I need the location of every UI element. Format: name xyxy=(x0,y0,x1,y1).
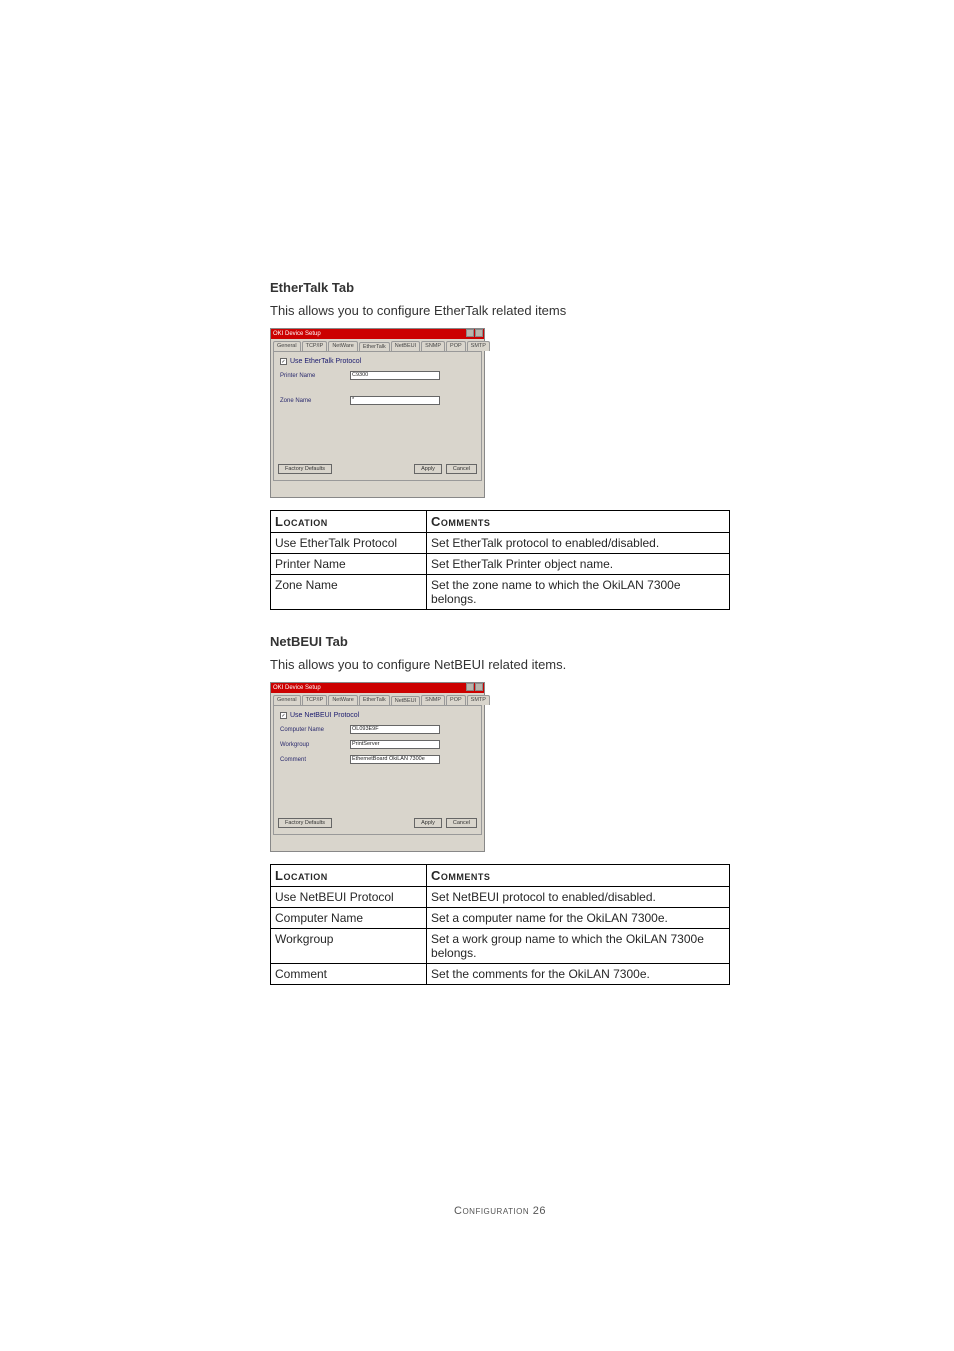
computer-name-field: OL093E9F xyxy=(350,725,440,734)
checkbox-icon: ✓ xyxy=(280,358,287,365)
tab-smtp: SMTP xyxy=(467,695,490,705)
tab-netbeui: NetBEUI xyxy=(391,341,420,351)
netbeui-dialog: OKI Device Setup General TCP/IP NetWare … xyxy=(270,682,485,852)
cell-comments: Set EtherTalk protocol to enabled/disabl… xyxy=(427,533,730,554)
tab-ethertalk: EtherTalk xyxy=(359,695,390,705)
table-row: Comment Set the comments for the OkiLAN … xyxy=(271,964,730,985)
cancel-button: Cancel xyxy=(446,464,477,474)
tab-netware: NetWare xyxy=(328,341,358,351)
printer-name-field: C9300 xyxy=(350,371,440,380)
tab-tcpip: TCP/IP xyxy=(302,695,328,705)
apply-button: Apply xyxy=(414,818,442,828)
tab-smtp: SMTP xyxy=(467,341,490,351)
dialog-titlebar: OKI Device Setup xyxy=(271,683,484,693)
cell-location: Zone Name xyxy=(271,575,427,610)
col-location: Location xyxy=(271,511,427,533)
section-ethertalk: EtherTalk Tab This allows you to configu… xyxy=(270,280,730,610)
cell-comments: Set the comments for the OkiLAN 7300e. xyxy=(427,964,730,985)
tab-general: General xyxy=(273,341,301,351)
cell-location: Use NetBEUI Protocol xyxy=(271,887,427,908)
netbeui-table: Location Comments Use NetBEUI Protocol S… xyxy=(270,864,730,985)
netbeui-heading: NetBEUI Tab xyxy=(270,634,730,649)
close-icon xyxy=(475,683,483,691)
workgroup-label: Workgroup xyxy=(280,742,350,748)
cell-comments: Set the zone name to which the OkiLAN 73… xyxy=(427,575,730,610)
zone-name-label: Zone Name xyxy=(280,398,350,404)
dialog-tabs: General TCP/IP NetWare EtherTalk NetBEUI… xyxy=(271,339,484,351)
cell-location: Printer Name xyxy=(271,554,427,575)
table-row: Use EtherTalk Protocol Set EtherTalk pro… xyxy=(271,533,730,554)
netbeui-desc: This allows you to configure NetBEUI rel… xyxy=(270,657,730,672)
computer-name-label: Computer Name xyxy=(280,727,350,733)
cell-comments: Set a computer name for the OkiLAN 7300e… xyxy=(427,908,730,929)
table-row: Use NetBEUI Protocol Set NetBEUI protoco… xyxy=(271,887,730,908)
tab-snmp: SNMP xyxy=(421,341,445,351)
dialog-body: ✓ Use NetBEUI Protocol Computer Name OL0… xyxy=(273,705,482,835)
ethertalk-dialog: OKI Device Setup General TCP/IP NetWare … xyxy=(270,328,485,498)
factory-defaults-button: Factory Defaults xyxy=(278,464,332,474)
comment-field: EthernetBoard OkiLAN 7300e xyxy=(350,755,440,764)
close-icon xyxy=(475,329,483,337)
dialog-title-text: OKI Device Setup xyxy=(273,329,321,339)
section-netbeui: NetBEUI Tab This allows you to configure… xyxy=(270,634,730,985)
cell-location: Use EtherTalk Protocol xyxy=(271,533,427,554)
tab-general: General xyxy=(273,695,301,705)
cancel-button: Cancel xyxy=(446,818,477,828)
help-icon xyxy=(466,683,474,691)
workgroup-field: PrintServer xyxy=(350,740,440,749)
col-location: Location xyxy=(271,865,427,887)
dialog-title-text: OKI Device Setup xyxy=(273,683,321,693)
table-row: Workgroup Set a work group name to which… xyxy=(271,929,730,964)
table-row: Computer Name Set a computer name for th… xyxy=(271,908,730,929)
cell-location: Computer Name xyxy=(271,908,427,929)
apply-button: Apply xyxy=(414,464,442,474)
dialog-tabs: General TCP/IP NetWare EtherTalk NetBEUI… xyxy=(271,693,484,705)
table-row: Printer Name Set EtherTalk Printer objec… xyxy=(271,554,730,575)
comment-label: Comment xyxy=(280,757,350,763)
col-comments: Comments xyxy=(427,865,730,887)
cell-comments: Set NetBEUI protocol to enabled/disabled… xyxy=(427,887,730,908)
help-icon xyxy=(466,329,474,337)
tab-netware: NetWare xyxy=(328,695,358,705)
ethertalk-table: Location Comments Use EtherTalk Protocol… xyxy=(270,510,730,610)
ethertalk-desc: This allows you to configure EtherTalk r… xyxy=(270,303,730,318)
table-row: Zone Name Set the zone name to which the… xyxy=(271,575,730,610)
dialog-titlebar: OKI Device Setup xyxy=(271,329,484,339)
tab-pop: POP xyxy=(446,341,466,351)
cell-comments: Set a work group name to which the OkiLA… xyxy=(427,929,730,964)
cell-location: Workgroup xyxy=(271,929,427,964)
checkbox-icon: ✓ xyxy=(280,712,287,719)
tab-pop: POP xyxy=(446,695,466,705)
use-ethertalk-label: Use EtherTalk Protocol xyxy=(290,358,361,365)
use-netbeui-label: Use NetBEUI Protocol xyxy=(290,712,359,719)
tab-snmp: SNMP xyxy=(421,695,445,705)
col-comments: Comments xyxy=(427,511,730,533)
ethertalk-heading: EtherTalk Tab xyxy=(270,280,730,295)
factory-defaults-button: Factory Defaults xyxy=(278,818,332,828)
printer-name-label: Printer Name xyxy=(280,373,350,379)
cell-location: Comment xyxy=(271,964,427,985)
page-footer: Configuration 26 xyxy=(270,1205,730,1217)
tab-tcpip: TCP/IP xyxy=(302,341,328,351)
zone-name-field: * xyxy=(350,396,440,405)
dialog-body: ✓ Use EtherTalk Protocol Printer Name C9… xyxy=(273,351,482,481)
cell-comments: Set EtherTalk Printer object name. xyxy=(427,554,730,575)
